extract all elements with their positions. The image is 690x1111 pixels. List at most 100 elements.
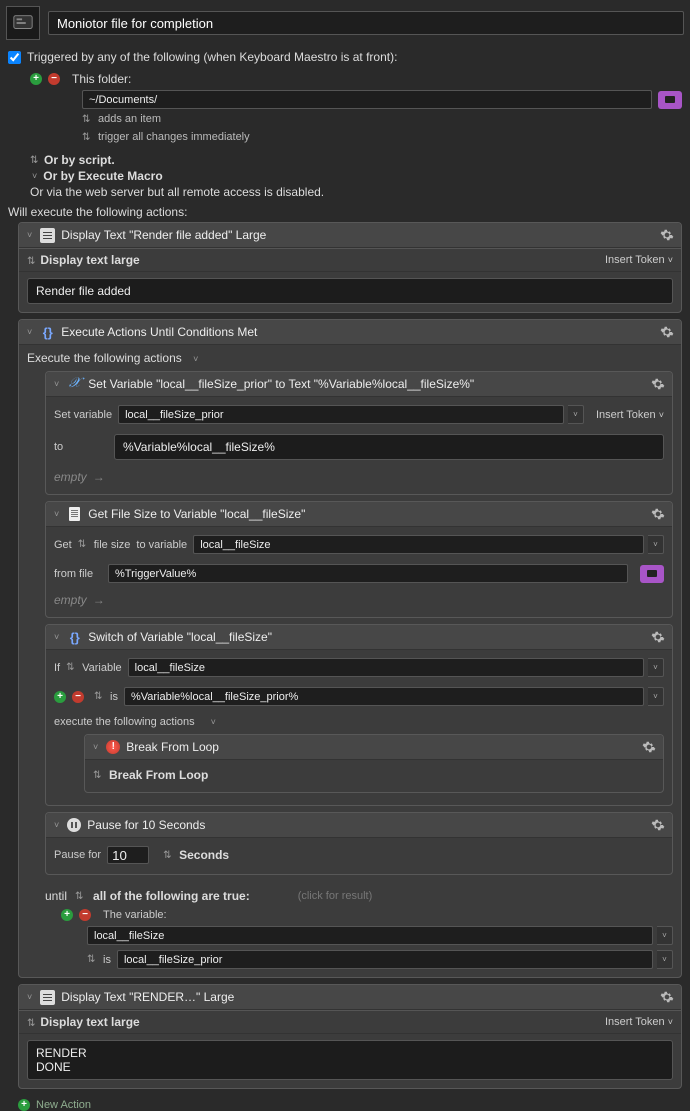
stepper-icon[interactable] [82, 132, 90, 143]
add-condition-button[interactable]: + [54, 691, 66, 703]
is-value-input[interactable] [124, 687, 644, 706]
new-action-link[interactable]: New Action [36, 1099, 91, 1111]
until-variable-input[interactable] [87, 926, 653, 945]
chevron-down-icon[interactable]: ˅ [191, 354, 200, 364]
insert-token-button[interactable]: Insert Token ˅ [605, 254, 673, 266]
gear-icon[interactable] [650, 817, 666, 833]
folder-label: This folder: [72, 72, 131, 86]
insert-token-button[interactable]: Insert Token ˅ [596, 409, 664, 421]
insert-token-button[interactable]: Insert Token ˅ [605, 1016, 673, 1028]
switch-variable-input[interactable] [128, 658, 644, 677]
dropdown-caret-icon[interactable]: ˅ [648, 687, 664, 706]
variable-name-input[interactable] [193, 535, 644, 554]
disclosure-icon[interactable]: ˅ [25, 992, 34, 1002]
disclosure-icon[interactable]: ˅ [52, 379, 61, 389]
until-is-value-input[interactable] [117, 950, 653, 969]
until-condition-selector[interactable]: all of the following are true: [93, 889, 250, 903]
remove-condition-button[interactable]: − [72, 691, 84, 703]
disclosure-icon[interactable]: ˅ [52, 820, 61, 830]
folder-path-input[interactable] [82, 90, 652, 109]
gear-icon[interactable] [650, 629, 666, 645]
chevron-down-icon[interactable]: ˅ [209, 717, 218, 727]
gear-icon[interactable] [659, 989, 675, 1005]
disclosure-icon[interactable]: ˅ [25, 327, 34, 337]
stepper-icon[interactable] [75, 891, 83, 902]
action-loop-until[interactable]: ˅ {} Execute Actions Until Conditions Me… [18, 319, 682, 978]
action-title: Display Text "RENDER…" Large [61, 990, 653, 1004]
click-for-result[interactable]: (click for result) [298, 890, 373, 902]
pause-unit-selector[interactable]: Seconds [179, 848, 229, 862]
until-label: until [45, 889, 67, 903]
disclosure-icon[interactable]: ˅ [25, 230, 34, 240]
stepper-icon[interactable] [78, 539, 86, 550]
stepper-icon[interactable] [66, 662, 74, 673]
gear-icon[interactable] [641, 739, 657, 755]
display-text-area[interactable]: Render file added [27, 278, 673, 304]
the-variable-label: The variable: [103, 909, 167, 921]
action-switch[interactable]: ˅ {} Switch of Variable "local__fileSize… [45, 624, 673, 806]
disclosure-icon[interactable]: ˅ [52, 509, 61, 519]
add-action-button[interactable]: + [18, 1099, 30, 1111]
stepper-icon[interactable] [93, 770, 101, 781]
action-title: Get File Size to Variable "local__fileSi… [88, 507, 644, 521]
stepper-icon[interactable] [94, 691, 102, 702]
pause-icon [67, 818, 81, 832]
action-set-variable[interactable]: ˅ 𝒳 Set Variable "local__fileSize_prior"… [45, 371, 673, 495]
is-label[interactable]: is [103, 954, 111, 966]
gear-icon[interactable] [659, 324, 675, 340]
stepper-icon[interactable] [163, 850, 171, 861]
folder-picker-button[interactable] [658, 91, 682, 109]
action-display-text-2[interactable]: ˅ Display Text "RENDER…" Large Display t… [18, 984, 682, 1089]
display-text-area[interactable]: RENDER DONE [27, 1040, 673, 1080]
stepper-icon[interactable] [30, 155, 38, 166]
disclosure-icon[interactable]: ˅ [91, 742, 100, 752]
gear-icon[interactable] [650, 376, 666, 392]
gear-icon[interactable] [659, 227, 675, 243]
remove-until-condition-button[interactable]: − [79, 909, 91, 921]
display-sub-label[interactable]: Display text large [40, 1015, 139, 1029]
stepper-icon[interactable] [27, 1018, 35, 1029]
or-by-script[interactable]: Or by script. [44, 153, 115, 167]
stepper-icon[interactable] [87, 954, 95, 965]
trigger-changes-label[interactable]: trigger all changes immediately [98, 131, 250, 143]
execute-actions-label: execute the following actions [54, 716, 195, 728]
display-sub-label[interactable]: Display text large [40, 253, 139, 267]
trigger-enabled-checkbox[interactable] [8, 51, 21, 64]
macro-title-input[interactable] [48, 11, 684, 35]
action-get-file-size[interactable]: ˅ Get File Size to Variable "local__file… [45, 501, 673, 618]
stepper-icon[interactable] [27, 256, 35, 267]
macro-icon [6, 6, 40, 40]
stepper-icon[interactable] [82, 114, 90, 125]
add-until-condition-button[interactable]: + [61, 909, 73, 921]
text-icon [40, 228, 55, 243]
dropdown-caret-icon[interactable]: ˅ [648, 658, 664, 677]
empty-label: empty [54, 593, 87, 607]
disclosure-icon[interactable]: ˅ [52, 632, 61, 642]
action-break-loop[interactable]: ˅ ! Break From Loop Break From Loop [84, 734, 664, 793]
remove-trigger-button[interactable]: − [48, 73, 60, 85]
gear-icon[interactable] [650, 506, 666, 522]
disclosure-icon[interactable]: ˅ [30, 171, 39, 181]
from-file-input[interactable] [108, 564, 628, 583]
arrow-right-icon: → [93, 593, 105, 607]
pause-value-input[interactable] [107, 846, 149, 864]
or-web-server: Or via the web server but all remote acc… [30, 185, 324, 199]
dropdown-caret-icon[interactable]: ˅ [568, 405, 584, 424]
or-execute-macro[interactable]: Or by Execute Macro [43, 169, 162, 183]
arrow-right-icon: → [93, 470, 105, 484]
action-display-text-1[interactable]: ˅ Display Text "Render file added" Large… [18, 222, 682, 313]
break-sub-label[interactable]: Break From Loop [109, 768, 208, 782]
dropdown-caret-icon[interactable]: ˅ [657, 950, 673, 969]
add-trigger-button[interactable]: + [30, 73, 42, 85]
is-label[interactable]: is [110, 691, 118, 703]
action-pause[interactable]: ˅ Pause for 10 Seconds Pause for Seconds [45, 812, 673, 875]
file-size-selector[interactable]: file size [94, 539, 131, 551]
dropdown-caret-icon[interactable]: ˅ [648, 535, 664, 554]
to-value-area[interactable]: %Variable%local__fileSize% [114, 434, 664, 460]
adds-item-label[interactable]: adds an item [98, 113, 161, 125]
variable-name-input[interactable] [118, 405, 564, 424]
file-picker-button[interactable] [640, 565, 664, 583]
dropdown-caret-icon[interactable]: ˅ [657, 926, 673, 945]
if-label: If [54, 662, 60, 674]
variable-selector[interactable]: Variable [82, 662, 122, 674]
